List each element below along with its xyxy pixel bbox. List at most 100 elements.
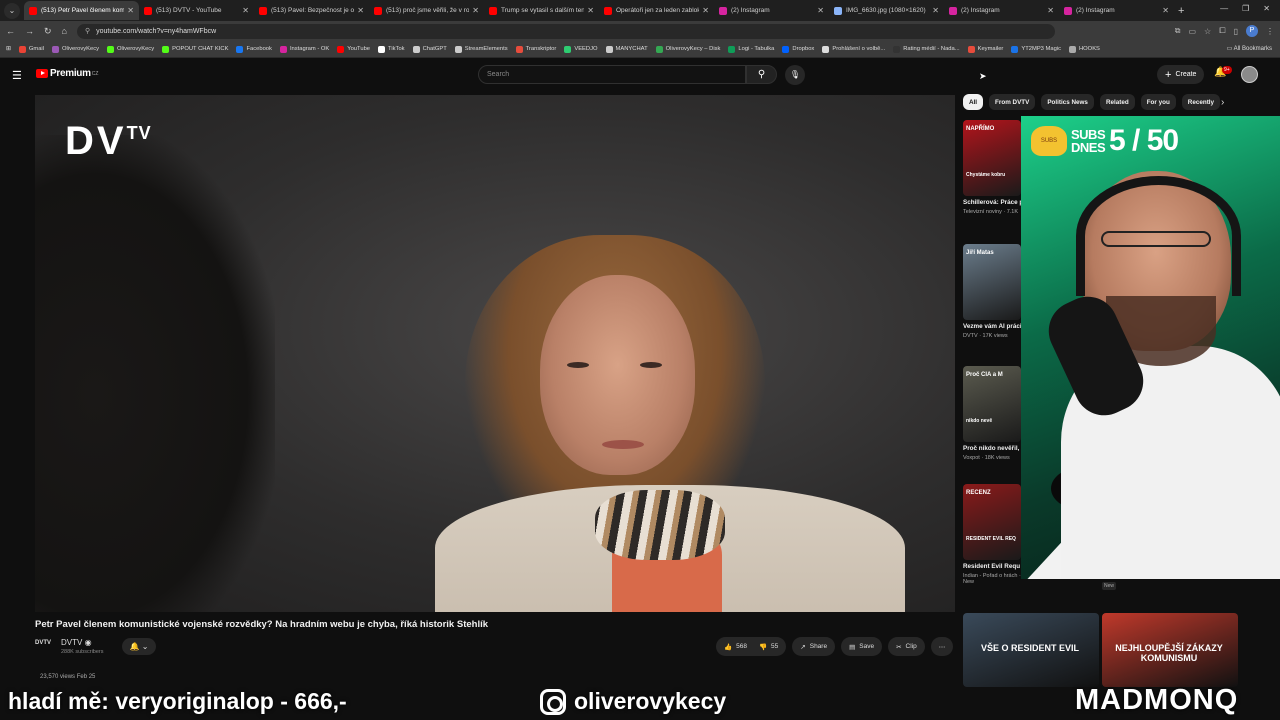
verified-icon: ◉ <box>84 638 92 647</box>
site-info-icon[interactable]: ⚲ <box>85 27 90 35</box>
tab-close-icon[interactable]: ✕ <box>242 6 249 15</box>
bookmark-item[interactable]: StreamElements <box>454 45 508 53</box>
window-controls: — ❐ ✕ <box>1210 0 1280 17</box>
forward-icon[interactable]: → <box>25 26 34 36</box>
recommendation-thumbnail[interactable]: NEJHLOUPĚJŠÍ ZÁKAZY KOMUNISMU <box>1102 613 1238 687</box>
account-avatar[interactable] <box>1241 66 1258 83</box>
bookmark-item[interactable]: Rating médií - Nada... <box>893 45 960 53</box>
browser-tab[interactable]: (2) Instagram ✕ <box>714 1 829 20</box>
browser-tab[interactable]: (513) DVTV - YouTube ✕ <box>139 1 254 20</box>
recommendation-thumbnail[interactable]: Proč CIA a M nikdo nevě <box>963 366 1021 442</box>
hamburger-menu-icon[interactable]: ☰ <box>12 69 22 82</box>
bookmark-item[interactable]: VEEDJO <box>564 45 598 53</box>
url-field[interactable]: ⚲ youtube.com/watch?v=ny4hamWFbcw <box>76 23 1055 39</box>
video-player[interactable]: DVTV <box>35 95 955 612</box>
new-tab-icon[interactable]: + <box>1178 5 1184 17</box>
tab-close-icon[interactable]: ✕ <box>1162 6 1169 15</box>
bookmark-item[interactable]: ChatGPT <box>412 45 447 53</box>
back-icon[interactable]: ← <box>6 26 15 36</box>
tab-title: IMG_6630.jpg (1080×1620) <box>846 7 926 14</box>
subs-count: 5 / 50 <box>1109 124 1179 157</box>
browser-tab[interactable]: (513) Pavel: Bezpečnost je ocl ✕ <box>254 1 369 20</box>
bookmark-item[interactable]: YouTube <box>337 45 371 53</box>
thumbs-down-icon[interactable]: 👎 <box>759 643 767 651</box>
filter-chip[interactable]: From DVTV <box>989 94 1036 110</box>
recommendation-thumbnail[interactable]: Jiří Matas <box>963 244 1021 320</box>
minimize-icon[interactable]: — <box>1220 4 1228 13</box>
chevron-right-icon[interactable]: › <box>1221 97 1224 108</box>
bookmark-item[interactable]: Dropbox <box>782 45 814 53</box>
recommendation-thumbnail[interactable]: RECENZ RESIDENT EVIL REQ <box>963 484 1021 560</box>
browser-tab[interactable]: Trump se vytasil s dalším ten ✕ <box>484 1 599 20</box>
search-icon[interactable]: ⚲ <box>746 65 777 84</box>
bookmark-item[interactable]: OliverovyKecy <box>107 45 154 53</box>
tab-close-icon[interactable]: ✕ <box>587 6 594 15</box>
bookmark-item[interactable]: HOOKS <box>1068 45 1100 53</box>
tab-close-icon[interactable]: ✕ <box>702 6 709 15</box>
filter-chip[interactable]: All <box>963 94 984 110</box>
extensions-icon[interactable]: ⧠ <box>1219 26 1225 36</box>
bookmark-item[interactable]: Logi - Tabulka <box>728 45 774 53</box>
channel-avatar[interactable]: DVTV <box>35 640 55 654</box>
search-input[interactable]: Search <box>478 65 746 84</box>
tab-search-icon[interactable]: ⌄ <box>4 2 20 19</box>
browser-tab[interactable]: (513) proč jsme věřili, že v ro ✕ <box>369 1 484 20</box>
bookmark-item[interactable]: Instagram - OK <box>279 45 329 53</box>
sidepanel-icon[interactable]: ▯ <box>1234 27 1238 36</box>
tab-close-icon[interactable]: ✕ <box>357 6 364 15</box>
tab-favicon-icon <box>489 6 497 15</box>
profile-icon[interactable]: P <box>1246 25 1258 37</box>
maximize-icon[interactable]: ❐ <box>1242 4 1249 13</box>
reload-icon[interactable]: ↻ <box>44 26 52 37</box>
browser-tab[interactable]: Operátoři jen za leden zablok ✕ <box>599 1 714 20</box>
bookmark-item[interactable]: OliverovyKecy – Disk <box>655 45 720 53</box>
bookmark-label: YouTube <box>347 46 371 52</box>
tab-close-icon[interactable]: ✕ <box>932 6 939 15</box>
channel-name[interactable]: DVTV ◉ <box>61 638 104 647</box>
filter-chip[interactable]: Recently <box>1181 94 1221 110</box>
tab-close-icon[interactable]: ✕ <box>817 6 824 15</box>
subscribe-bell-button[interactable]: 🔔 ⌄ <box>122 638 156 655</box>
clip-button[interactable]: ✂ Clip <box>888 637 925 656</box>
close-window-icon[interactable]: ✕ <box>1263 4 1270 13</box>
browser-tab[interactable]: (2) Instagram ✕ <box>1059 1 1174 20</box>
translate-icon[interactable]: ⧉ <box>1175 26 1181 36</box>
save-button[interactable]: ▤ Save <box>841 637 883 656</box>
all-bookmarks[interactable]: ▭ All Bookmarks <box>1227 45 1272 52</box>
bookmark-item[interactable]: Prohlášení o volbě... <box>822 45 885 53</box>
browser-tab[interactable]: (2) Instagram ✕ <box>944 1 1059 20</box>
bookmark-item[interactable]: Transkriptor <box>515 45 556 53</box>
apps-icon[interactable]: ⊞ <box>6 46 11 52</box>
home-icon[interactable]: ⌂ <box>62 26 67 36</box>
bookmark-item[interactable]: Keymailer <box>967 45 1003 53</box>
menu-dots-icon[interactable]: ⋮ <box>1266 27 1274 36</box>
bookmark-item[interactable]: Facebook <box>236 45 272 53</box>
tab-close-icon[interactable]: ✕ <box>472 6 479 15</box>
tab-close-icon[interactable]: ✕ <box>127 6 134 15</box>
bookmark-favicon-icon <box>728 45 736 53</box>
recommendation-thumbnail[interactable]: VŠE O RESIDENT EVIL <box>963 613 1099 687</box>
bookmark-item[interactable]: POPOUT CHAT KICK <box>162 45 228 53</box>
share-button[interactable]: ↗ Share <box>792 637 836 656</box>
star-icon[interactable]: ☆ <box>1204 27 1211 36</box>
tab-close-icon[interactable]: ✕ <box>1047 6 1054 15</box>
more-actions-button[interactable]: ⋯ <box>930 637 954 656</box>
youtube-logo[interactable]: Premium CZ <box>36 68 98 79</box>
filter-chip[interactable]: For you <box>1140 94 1176 110</box>
bookmark-item[interactable]: YT2MP3 Magic <box>1011 45 1061 53</box>
cast-icon[interactable]: ▭ <box>1188 27 1196 36</box>
browser-tab[interactable]: IMG_6630.jpg (1080×1620) ✕ <box>829 1 944 20</box>
filter-chip[interactable]: Related <box>1099 94 1135 110</box>
bookmark-item[interactable]: MANYCHAT <box>605 45 648 53</box>
filter-chip[interactable]: Politics News <box>1041 94 1094 110</box>
bookmark-item[interactable]: OliverovyKecy <box>52 45 99 53</box>
recommendation-thumbnail[interactable]: NAPŘÍMO Chystáme kobru <box>963 120 1021 196</box>
bookmark-item[interactable]: Gmail <box>18 45 44 53</box>
bookmark-item[interactable]: TikTok <box>378 45 405 53</box>
bookmark-favicon-icon <box>337 45 345 53</box>
microphone-icon[interactable]: 🎙 <box>785 65 805 85</box>
create-button[interactable]: + Create <box>1157 65 1205 84</box>
create-label: Create <box>1175 71 1197 78</box>
like-button[interactable]: 👍 568 👎 55 <box>716 637 787 656</box>
browser-tab[interactable]: (513) Petr Pavel členem komu ✕ <box>24 1 139 20</box>
